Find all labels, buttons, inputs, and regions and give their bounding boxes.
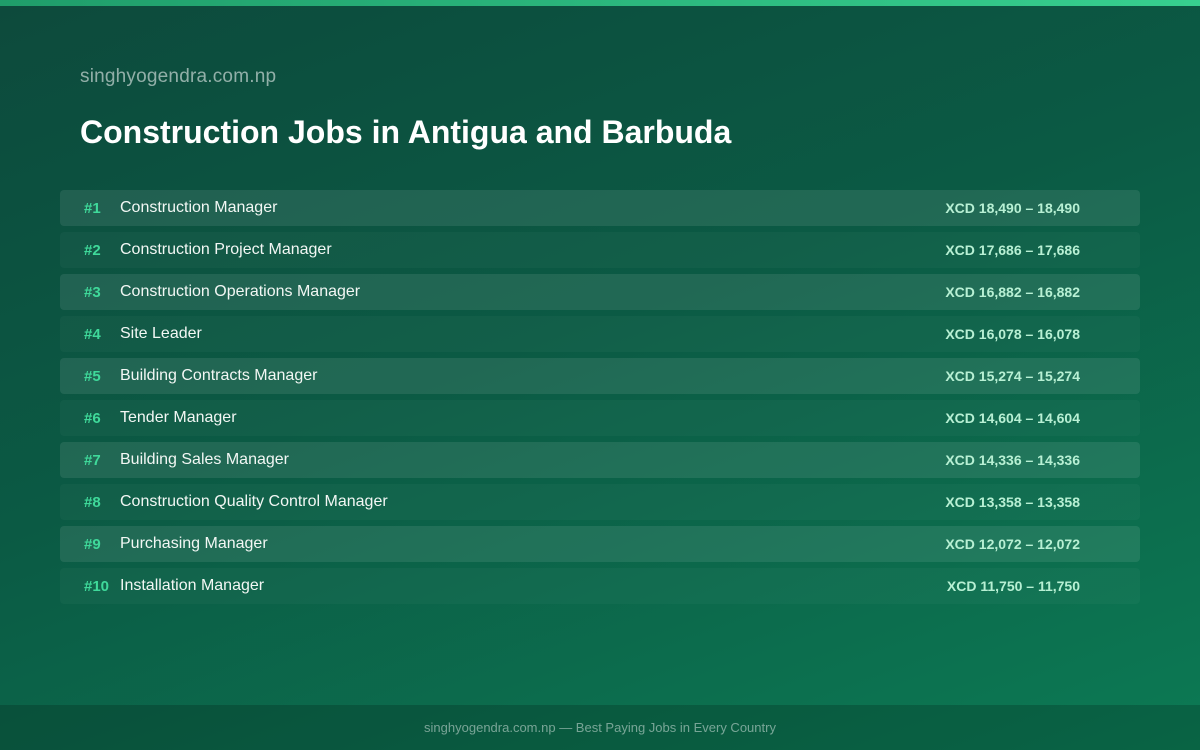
job-title: Building Sales Manager — [120, 451, 289, 468]
job-salary: XCD 14,336 – 14,336 — [945, 452, 1080, 468]
job-salary: XCD 14,604 – 14,604 — [945, 410, 1080, 426]
job-salary: XCD 16,882 – 16,882 — [945, 284, 1080, 300]
job-rank: #4 — [84, 325, 101, 343]
job-salary: XCD 15,274 – 15,274 — [945, 368, 1080, 384]
job-title: Tender Manager — [120, 409, 237, 426]
page-title: Construction Jobs in Antigua and Barbuda — [80, 114, 732, 150]
job-rank: #6 — [84, 409, 101, 427]
job-title: Building Contracts Manager — [120, 367, 318, 384]
job-title: Construction Operations Manager — [120, 283, 361, 300]
job-rank: #10 — [84, 577, 110, 595]
job-salary: XCD 11,750 – 11,750 — [946, 578, 1080, 594]
footer: singhyogendra.com.np — Best Paying Jobs … — [0, 705, 1200, 750]
job-row: #6 Tender Manager XCD 14,604 – 14,604 — [60, 400, 1140, 436]
job-salary: XCD 16,078 – 16,078 — [945, 326, 1080, 342]
jobs-list: #1 Construction Manager XCD 18,490 – 18,… — [60, 190, 1140, 610]
job-title: Site Leader — [120, 325, 202, 342]
job-rank: #2 — [84, 241, 101, 259]
site-name: singhyogendra.com.np — [80, 66, 277, 87]
job-row: #8 Construction Quality Control Manager … — [60, 484, 1140, 520]
job-rank: #1 — [84, 199, 101, 217]
job-salary: XCD 12,072 – 12,072 — [945, 536, 1080, 552]
footer-text: singhyogendra.com.np — Best Paying Jobs … — [424, 720, 776, 735]
job-salary: XCD 18,490 – 18,490 — [945, 200, 1080, 216]
job-title: Construction Manager — [120, 199, 278, 216]
job-rank: #9 — [84, 535, 101, 553]
job-row: #2 Construction Project Manager XCD 17,6… — [60, 232, 1140, 268]
job-title: Construction Project Manager — [120, 241, 332, 258]
job-row: #3 Construction Operations Manager XCD 1… — [60, 274, 1140, 310]
job-row: #9 Purchasing Manager XCD 12,072 – 12,07… — [60, 526, 1140, 562]
job-row: #5 Building Contracts Manager XCD 15,274… — [60, 358, 1140, 394]
job-rank: #5 — [84, 367, 101, 385]
job-salary: XCD 13,358 – 13,358 — [945, 494, 1080, 510]
job-rank: #7 — [84, 451, 101, 469]
job-rank: #8 — [84, 493, 101, 511]
job-salary: XCD 17,686 – 17,686 — [945, 242, 1080, 258]
job-rank: #3 — [84, 283, 101, 301]
job-title: Purchasing Manager — [120, 535, 268, 552]
job-title: Installation Manager — [120, 577, 265, 594]
job-row: #1 Construction Manager XCD 18,490 – 18,… — [60, 190, 1140, 226]
job-row: #7 Building Sales Manager XCD 14,336 – 1… — [60, 442, 1140, 478]
job-row: #4 Site Leader XCD 16,078 – 16,078 — [60, 316, 1140, 352]
job-title: Construction Quality Control Manager — [120, 493, 388, 510]
top-accent-bar — [0, 0, 1200, 6]
job-row: #10 Installation Manager XCD 11,750 – 11… — [60, 568, 1140, 604]
